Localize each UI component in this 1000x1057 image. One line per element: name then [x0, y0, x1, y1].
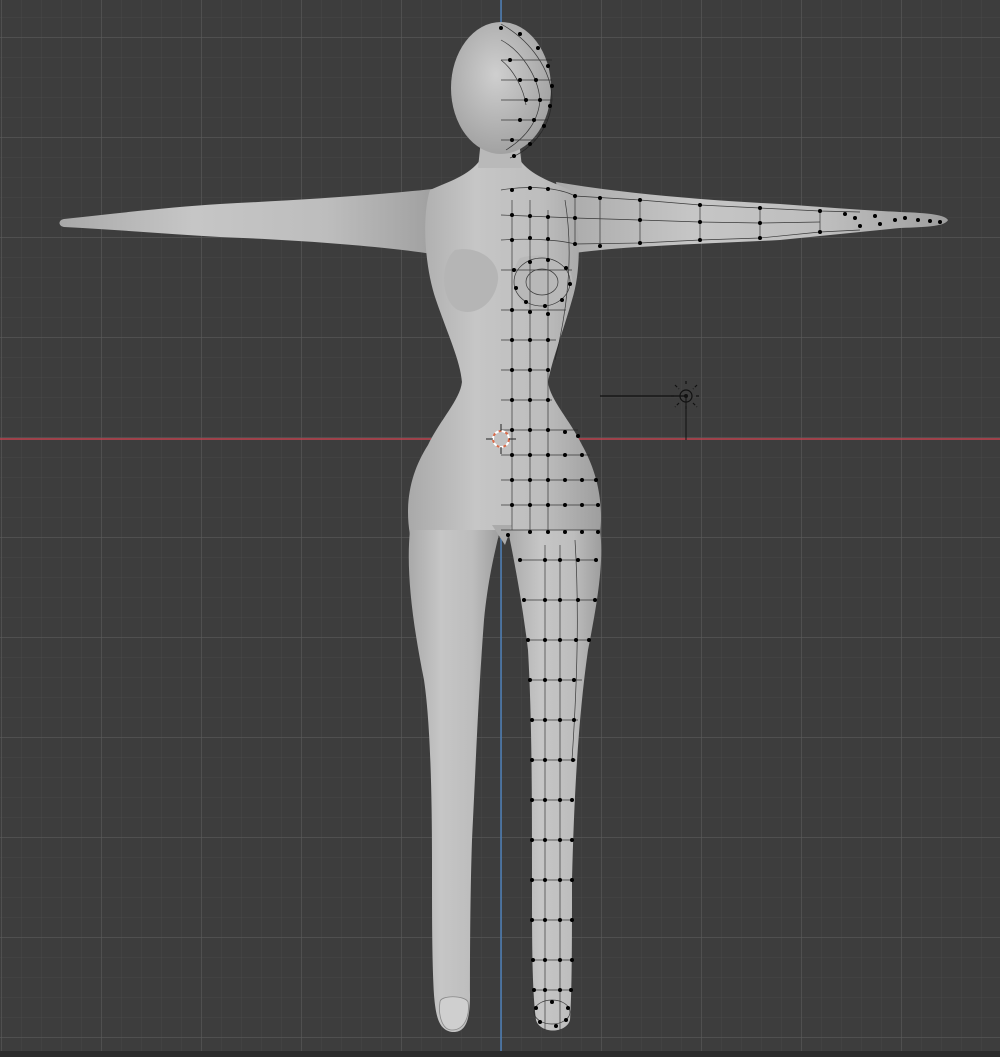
- light-icon[interactable]: [600, 381, 701, 440]
- left-leg: [408, 530, 500, 1033]
- viewport-scene[interactable]: [0, 0, 1000, 1057]
- 3d-viewport[interactable]: [0, 0, 1000, 1057]
- head: [451, 22, 551, 154]
- mesh-object[interactable]: [59, 22, 949, 1033]
- torso: [408, 160, 602, 535]
- right-leg: [508, 530, 602, 1031]
- left-arm: [59, 188, 442, 254]
- viewport-bottom-border: [0, 1051, 1000, 1057]
